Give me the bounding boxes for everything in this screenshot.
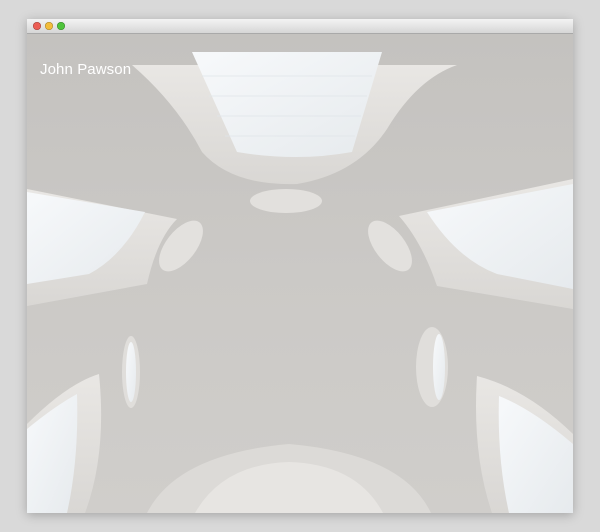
maximize-window-button[interactable] [57,22,65,30]
lower-right-slot-window [433,334,445,400]
hero-image: John Pawson [27,34,573,513]
close-window-button[interactable] [33,22,41,30]
browser-window: John Pawson [27,19,573,513]
architectural-ceiling-photo [27,34,573,513]
minimize-window-button[interactable] [45,22,53,30]
lower-left-slot-window [126,342,136,402]
center-oval-opening [250,189,322,213]
title-bar [27,19,573,34]
site-title-link[interactable]: John Pawson [40,61,131,78]
